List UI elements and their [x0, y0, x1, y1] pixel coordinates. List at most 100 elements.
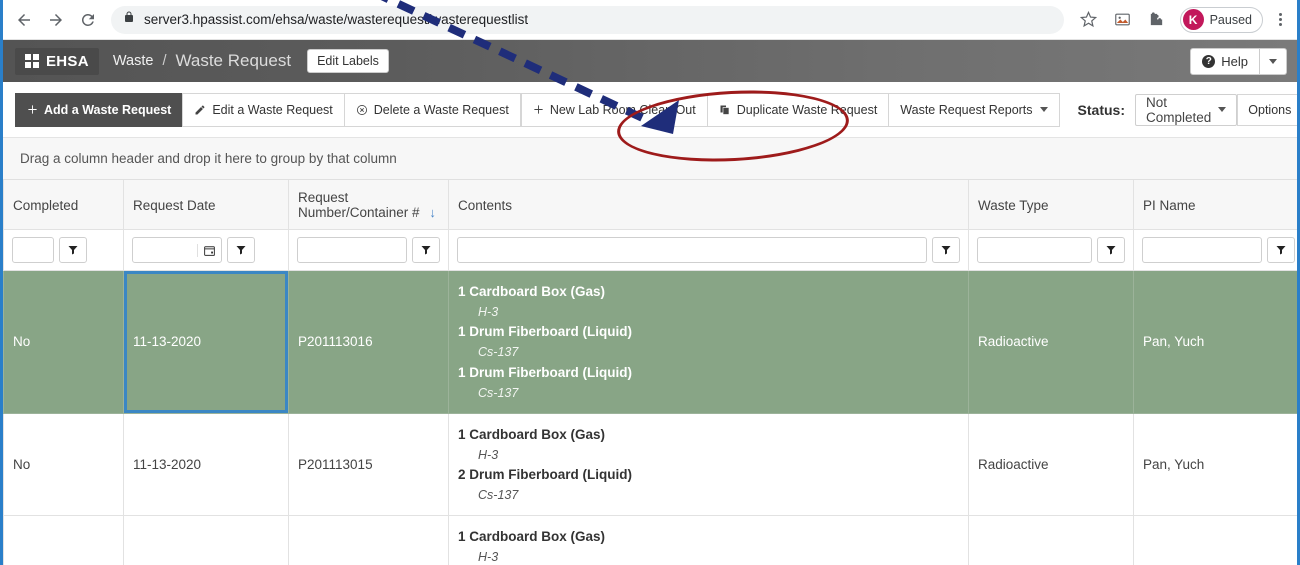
grid-header-row: Completed Request Date Request Number/Co… [4, 180, 1300, 230]
waste-request-grid: Completed Request Date Request Number/Co… [3, 180, 1300, 565]
filter-input-request-date[interactable] [132, 237, 222, 263]
cell-completed [4, 516, 124, 565]
filter-funnel-icon[interactable] [1097, 237, 1125, 263]
options-button[interactable]: Options [1237, 94, 1300, 126]
cell-request-date: 11-13-2020 [124, 413, 289, 516]
action-toolbar: Add a Waste Request Edit a Waste Request… [3, 82, 1297, 138]
app-header: EHSA Waste / Waste Request Edit Labels ?… [3, 40, 1297, 82]
help-label: Help [1221, 54, 1248, 69]
filter-cell-waste-type [969, 230, 1134, 271]
table-row[interactable]: No 11-13-2020 P201113016 1 Cardboard Box… [4, 271, 1300, 414]
content-isotope: Cs-137 [458, 343, 959, 362]
cell-completed: No [4, 413, 124, 516]
content-isotope: H-3 [458, 548, 959, 565]
cell-waste-type [969, 516, 1134, 565]
cell-waste-type: Radioactive [969, 271, 1134, 414]
waste-request-reports-label: Waste Request Reports [900, 103, 1032, 117]
add-waste-request-button[interactable]: Add a Waste Request [15, 93, 182, 127]
cell-waste-type: Radioactive [969, 413, 1134, 516]
browser-actions: K Paused [1072, 6, 1291, 34]
table-row[interactable]: 1 Cardboard Box (Gas) H-3 [4, 516, 1300, 565]
help-button[interactable]: ? Help [1190, 48, 1260, 75]
star-icon[interactable] [1075, 6, 1103, 34]
cell-request-number: P201113015 [289, 413, 449, 516]
reload-icon[interactable] [73, 5, 103, 35]
sort-descending-icon[interactable]: ↓ [429, 205, 436, 220]
cell-request-number [289, 516, 449, 565]
three-dot-menu-icon[interactable] [1269, 7, 1291, 33]
content-item: 2 Drum Fiberboard (Liquid) [458, 465, 959, 486]
help-dropdown-caret-icon[interactable] [1260, 48, 1287, 75]
content-isotope: H-3 [458, 446, 959, 465]
delete-waste-request-button[interactable]: Delete a Waste Request [344, 93, 521, 127]
column-header-contents[interactable]: Contents [449, 180, 969, 230]
new-lab-room-clean-out-button[interactable]: New Lab Room Clean Out [521, 93, 707, 127]
cell-pi-name: Pan, Yuch [1134, 413, 1300, 516]
breadcrumb-waste[interactable]: Waste [113, 53, 154, 69]
status-filter-label: Status: [1078, 102, 1125, 118]
filter-input-completed[interactable] [12, 237, 54, 263]
column-header-waste-type[interactable]: Waste Type [969, 180, 1134, 230]
crud-button-group: Add a Waste Request Edit a Waste Request… [15, 93, 521, 127]
duplicate-waste-request-button[interactable]: Duplicate Waste Request [707, 93, 889, 127]
content-item: 1 Drum Fiberboard (Liquid) [458, 322, 959, 343]
column-header-request-date-label: Request Date [133, 198, 216, 213]
edit-labels-button[interactable]: Edit Labels [307, 49, 389, 73]
duplicate-waste-request-label: Duplicate Waste Request [737, 103, 878, 117]
header-right-group: ? Help [1190, 48, 1287, 75]
group-by-dropzone[interactable]: Drag a column header and drop it here to… [3, 138, 1297, 180]
content-item: 1 Cardboard Box (Gas) [458, 425, 959, 446]
filter-input-request-number[interactable] [297, 237, 407, 263]
grid-filter-row [4, 230, 1300, 271]
content-item: 1 Cardboard Box (Gas) [458, 527, 959, 548]
address-bar[interactable]: server3.hpassist.com/ehsa/waste/wastereq… [111, 6, 1064, 34]
column-header-pi-name[interactable]: PI Name [1134, 180, 1300, 230]
filter-funnel-icon[interactable] [1267, 237, 1295, 263]
status-select-value: Not Completed [1146, 95, 1211, 125]
brand-name: EHSA [46, 53, 89, 70]
filter-funnel-icon[interactable] [932, 237, 960, 263]
plus-icon [533, 104, 544, 115]
table-row[interactable]: No 11-13-2020 P201113015 1 Cardboard Box… [4, 413, 1300, 516]
puzzle-extension-icon[interactable] [1143, 6, 1171, 34]
filter-cell-contents [449, 230, 969, 271]
cell-request-number: P201113016 [289, 271, 449, 414]
chevron-down-icon [1040, 107, 1048, 112]
filter-input-waste-type[interactable] [977, 237, 1092, 263]
filter-input-pi-name[interactable] [1142, 237, 1262, 263]
filter-funnel-icon[interactable] [412, 237, 440, 263]
calendar-icon[interactable] [197, 244, 216, 257]
back-arrow-icon[interactable] [9, 5, 39, 35]
column-header-completed[interactable]: Completed [4, 180, 124, 230]
status-select[interactable]: Not Completed [1135, 94, 1237, 126]
content-isotope: Cs-137 [458, 384, 959, 403]
profile-status-label: Paused [1210, 13, 1252, 27]
content-item: 1 Drum Fiberboard (Liquid) [458, 363, 959, 384]
waste-request-reports-button[interactable]: Waste Request Reports [888, 93, 1059, 127]
edit-waste-request-button[interactable]: Edit a Waste Request [182, 93, 343, 127]
profile-pill[interactable]: K Paused [1180, 7, 1263, 33]
filter-funnel-icon[interactable] [227, 237, 255, 263]
cell-request-date[interactable]: 11-13-2020 [124, 271, 289, 414]
edit-waste-request-label: Edit a Waste Request [212, 103, 332, 117]
brand-logo[interactable]: EHSA [15, 48, 99, 75]
column-header-request-number[interactable]: Request Number/Container # ↓ [289, 180, 449, 230]
avatar: K [1183, 9, 1204, 30]
page-title: Waste Request [175, 51, 291, 71]
column-header-pi-name-label: PI Name [1143, 198, 1196, 213]
delete-waste-request-label: Delete a Waste Request [374, 103, 509, 117]
filter-funnel-icon[interactable] [59, 237, 87, 263]
add-waste-request-label: Add a Waste Request [44, 103, 171, 117]
forward-arrow-icon[interactable] [41, 5, 71, 35]
breadcrumb-separator: / [162, 53, 166, 69]
cell-pi-name: Pan, Yuch [1134, 271, 1300, 414]
column-header-request-date[interactable]: Request Date [124, 180, 289, 230]
copy-duplicate-icon [719, 104, 731, 116]
cell-contents: 1 Cardboard Box (Gas) H-3 [449, 516, 969, 565]
delete-circle-x-icon [356, 104, 368, 116]
filter-cell-completed [4, 230, 124, 271]
filter-input-contents[interactable] [457, 237, 927, 263]
image-icon[interactable] [1109, 6, 1137, 34]
filter-cell-request-date [124, 230, 289, 271]
app-grid-icon [25, 54, 39, 68]
